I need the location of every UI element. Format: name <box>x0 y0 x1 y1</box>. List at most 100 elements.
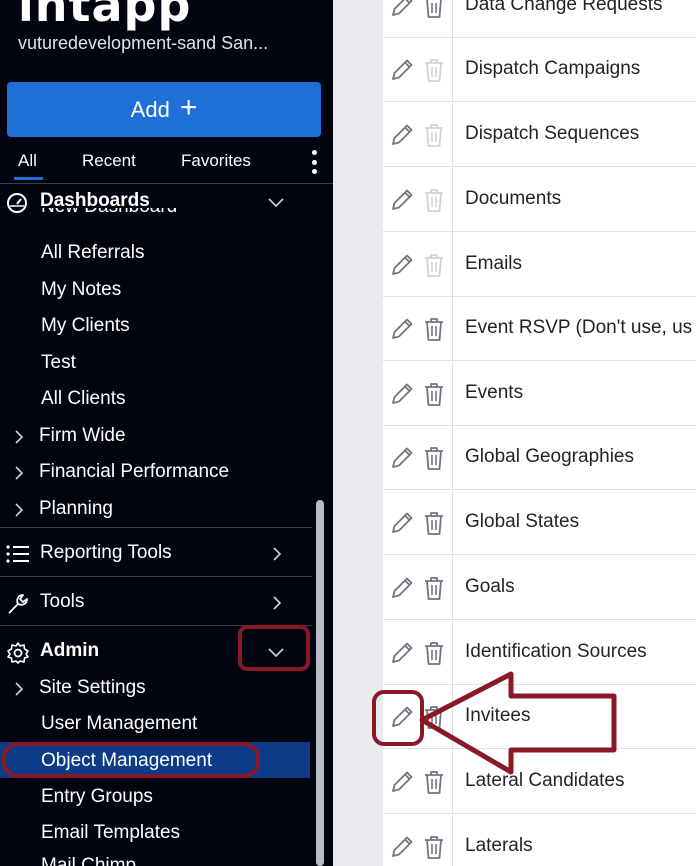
object-name: Dispatch Sequences <box>465 123 640 144</box>
pencil-icon[interactable] <box>389 381 415 407</box>
section-reporting-tools[interactable]: Reporting Tools <box>0 542 312 568</box>
trash-icon[interactable] <box>422 445 446 471</box>
pencil-icon[interactable] <box>389 0 415 19</box>
row-actions <box>383 362 453 425</box>
chevron-right-icon <box>15 503 23 517</box>
pencil-icon[interactable] <box>389 57 415 83</box>
sidebar-item-my-clients[interactable]: My Clients <box>0 315 312 341</box>
divider <box>0 576 312 577</box>
pencil-icon[interactable] <box>389 187 415 213</box>
trash-icon[interactable] <box>422 640 446 666</box>
object-name: Laterals <box>465 835 533 856</box>
sidebar-item-email-templates[interactable]: Email Templates <box>0 822 312 848</box>
tab-favorites[interactable]: Favorites <box>181 151 251 171</box>
trash-icon[interactable] <box>422 575 446 601</box>
chevron-right-icon <box>15 466 23 480</box>
object-name: Goals <box>465 576 515 597</box>
table-row[interactable]: Data Change Requests <box>383 0 696 38</box>
sidebar-group-site-settings[interactable]: Site Settings <box>0 677 312 703</box>
row-actions <box>383 556 453 619</box>
row-actions <box>383 491 453 554</box>
trash-icon <box>422 252 446 278</box>
row-actions <box>383 426 453 489</box>
row-actions <box>383 38 453 101</box>
row-actions <box>383 233 453 296</box>
sidebar-group-planning[interactable]: Planning <box>0 498 312 524</box>
object-name: Event RSVP (Don't use, us <box>465 317 693 338</box>
sidebar-item-all-clients[interactable]: All Clients <box>0 388 312 414</box>
pencil-icon[interactable] <box>389 834 415 860</box>
chevron-down-icon[interactable] <box>268 198 284 208</box>
divider <box>0 527 312 528</box>
pencil-icon[interactable] <box>389 316 415 342</box>
row-actions <box>383 0 453 37</box>
table-row[interactable]: Dispatch Sequences <box>383 103 696 167</box>
trash-icon <box>422 187 446 213</box>
tab-all[interactable]: All <box>14 151 43 180</box>
object-name: Events <box>465 382 524 403</box>
table-row[interactable]: Emails <box>383 233 696 297</box>
pencil-icon[interactable] <box>389 575 415 601</box>
list-icon <box>6 545 29 563</box>
annotation-circle-object-management <box>2 742 260 778</box>
chevron-right-icon[interactable] <box>273 596 281 610</box>
tab-recent[interactable]: Recent <box>82 151 136 171</box>
chevron-right-icon <box>15 430 23 444</box>
table-row[interactable]: Event RSVP (Don't use, us <box>383 297 696 361</box>
pencil-icon[interactable] <box>389 640 415 666</box>
trash-icon[interactable] <box>422 0 446 19</box>
sidebar-scrollbar[interactable] <box>316 500 324 866</box>
trash-icon[interactable] <box>422 381 446 407</box>
object-name: Global States <box>465 511 580 532</box>
object-name: Identification Sources <box>465 641 647 662</box>
trash-icon <box>422 57 446 83</box>
pencil-icon[interactable] <box>389 445 415 471</box>
sidebar: intapp vuturedevelopment-sand San... Add… <box>0 0 333 866</box>
table-row[interactable]: Goals <box>383 556 696 620</box>
table-row[interactable]: Global States <box>383 491 696 555</box>
pencil-icon[interactable] <box>389 252 415 278</box>
annotation-arrow <box>419 671 617 775</box>
chevron-right-icon <box>15 682 23 696</box>
table-row[interactable]: Laterals <box>383 815 696 866</box>
sidebar-item-user-management[interactable]: User Management <box>0 713 312 739</box>
trash-icon[interactable] <box>422 834 446 860</box>
annotation-circle-edit <box>372 690 424 746</box>
trash-icon[interactable] <box>422 316 446 342</box>
row-actions <box>383 168 453 231</box>
section-tools[interactable]: Tools <box>0 591 312 617</box>
instance-name[interactable]: vuturedevelopment-sand San... <box>18 33 268 54</box>
sidebar-tabs: All Recent Favorites <box>0 148 333 184</box>
gear-icon <box>7 642 29 664</box>
wrench-icon <box>8 594 28 614</box>
plus-icon: + <box>179 91 198 124</box>
sidebar-item-test[interactable]: Test <box>0 352 312 378</box>
add-button-label: Add <box>130 96 170 122</box>
chevron-right-icon[interactable] <box>273 547 281 561</box>
trash-icon <box>422 122 446 148</box>
sidebar-item-mail-chimp[interactable]: Mail Chimp <box>0 857 312 866</box>
more-options-icon[interactable] <box>308 150 320 174</box>
table-row[interactable]: Events <box>383 362 696 426</box>
sidebar-group-financial-performance[interactable]: Financial Performance <box>0 461 312 487</box>
sidebar-item-entry-groups[interactable]: Entry Groups <box>0 786 312 812</box>
sidebar-item-my-notes[interactable]: My Notes <box>0 279 312 305</box>
add-button[interactable]: Add + <box>7 82 321 137</box>
object-name: Emails <box>465 253 523 274</box>
object-name: Data Change Requests <box>465 0 663 15</box>
sidebar-item-new-dashboard[interactable]: New Dashboard <box>0 208 312 222</box>
sidebar-group-firm-wide[interactable]: Firm Wide <box>0 425 312 451</box>
annotation-circle-admin <box>238 625 310 671</box>
sidebar-item-all-referrals[interactable]: All Referrals <box>0 242 312 268</box>
pencil-icon[interactable] <box>389 510 415 536</box>
row-actions <box>383 297 453 360</box>
table-row[interactable]: Documents <box>383 168 696 232</box>
table-row[interactable]: Dispatch Campaigns <box>383 38 696 102</box>
pencil-icon[interactable] <box>389 122 415 148</box>
intapp-logo: intapp <box>18 0 192 32</box>
table-row[interactable]: Global Geographies <box>383 426 696 490</box>
row-actions <box>383 815 453 866</box>
object-name: Global Geographies <box>465 446 634 467</box>
pencil-icon[interactable] <box>389 769 415 795</box>
trash-icon[interactable] <box>422 510 446 536</box>
